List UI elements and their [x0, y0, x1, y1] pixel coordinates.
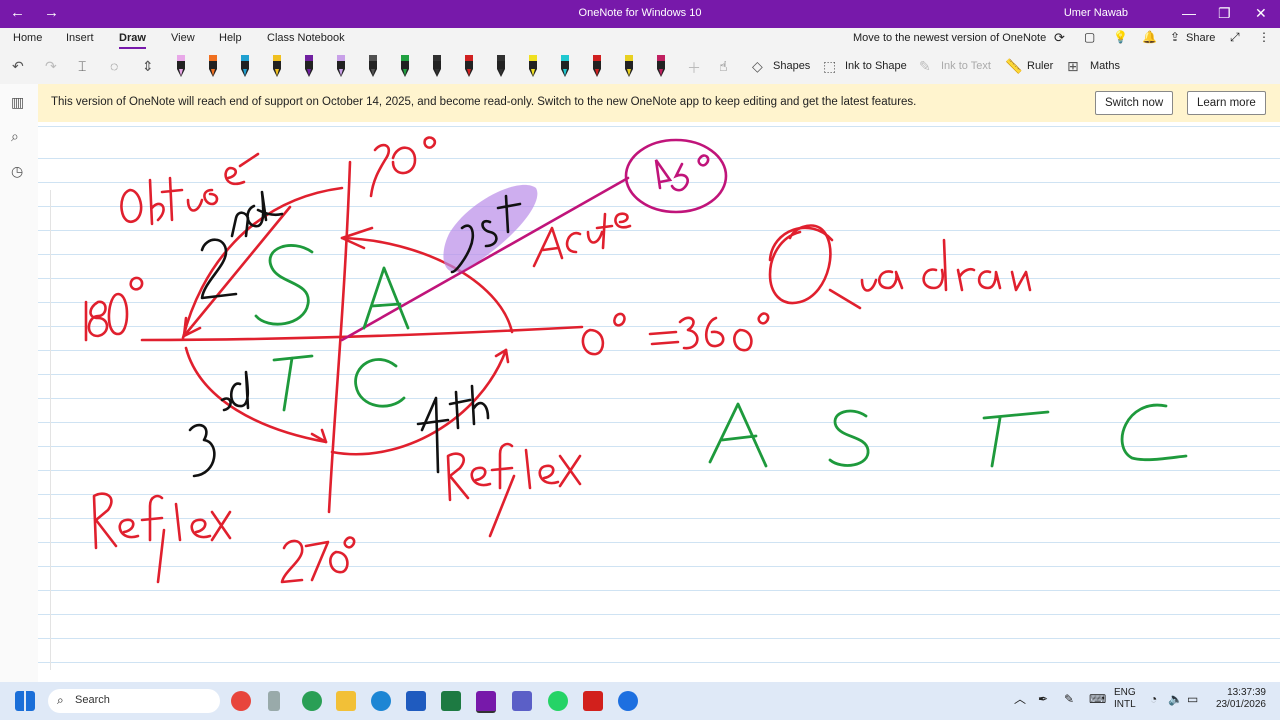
keyboard-icon[interactable]: ⌨ — [1089, 693, 1106, 705]
language-code: ENG — [1114, 687, 1136, 698]
twoseventy-label-strokes — [280, 536, 356, 584]
clock-date: 23/01/2026 — [1215, 699, 1266, 710]
zoom-icon[interactable] — [618, 691, 638, 711]
quadrant-word-strokes — [768, 224, 1032, 310]
browser-icon[interactable] — [302, 691, 322, 711]
language-layout: INTL — [1114, 699, 1136, 710]
taskview-icon[interactable] — [268, 691, 280, 711]
pen-tray-icon[interactable]: ✒ — [1038, 693, 1048, 705]
threesixty-label-strokes — [678, 312, 770, 352]
wifi-icon[interactable]: ◔ — [1150, 693, 1157, 705]
language-indicator[interactable]: ENG INTL — [1114, 687, 1136, 711]
letter-S-strokes — [254, 244, 314, 326]
acute-label-strokes — [532, 212, 632, 268]
word-icon[interactable] — [406, 691, 426, 711]
acrobat-icon[interactable] — [583, 691, 603, 711]
letter-C-strokes — [354, 358, 406, 408]
file-explorer-icon[interactable] — [336, 691, 356, 711]
chrome-icon[interactable] — [231, 691, 251, 711]
battery-icon[interactable]: ▭ — [1187, 693, 1198, 705]
letter-T-strokes — [272, 354, 314, 412]
excel-icon[interactable] — [441, 691, 461, 711]
teams-icon[interactable] — [512, 691, 532, 711]
fortyfive-label-strokes — [654, 154, 710, 192]
edge-icon[interactable] — [371, 691, 391, 711]
first-quadrant-highlight — [443, 184, 538, 273]
astc-S-strokes — [828, 409, 870, 467]
second-label-strokes — [200, 190, 284, 300]
reflex-left-strokes — [92, 492, 232, 584]
start-button[interactable] — [15, 691, 35, 711]
taskbar-search-label: Search — [75, 694, 110, 706]
circle-arc-lower-left — [184, 346, 328, 444]
astc-T-strokes — [982, 410, 1050, 468]
windows-taskbar: ⌕ Search ︿ ✒ ✎ ⌨ ENG INTL ◔ 🔈 ▭ 13:37:39… — [0, 682, 1280, 720]
ninety-label-strokes — [369, 136, 437, 198]
zero-equals-label-strokes — [581, 312, 680, 356]
onenote-icon[interactable] — [476, 691, 496, 713]
taskbar-search-box[interactable]: ⌕ Search — [48, 689, 220, 713]
whatsapp-icon[interactable] — [548, 691, 568, 711]
astc-C-strokes — [1120, 403, 1188, 462]
letter-A-strokes — [362, 266, 410, 330]
clock-time: 13:37:39 — [1227, 687, 1266, 698]
oneeighty-label-strokes — [84, 276, 144, 342]
tray-chevron-icon[interactable]: ︿ — [1014, 693, 1026, 705]
pen-settings-icon[interactable]: ✎ — [1064, 693, 1074, 705]
ink-drawing — [84, 136, 1188, 584]
third-label-strokes — [188, 370, 250, 478]
reflex-right-strokes — [446, 442, 582, 538]
clock[interactable]: 13:37:39 23/01/2026 — [1214, 687, 1266, 711]
search-icon: ⌕ — [57, 693, 64, 707]
astc-A-strokes — [708, 402, 768, 468]
volume-icon[interactable]: 🔈 — [1168, 693, 1183, 705]
